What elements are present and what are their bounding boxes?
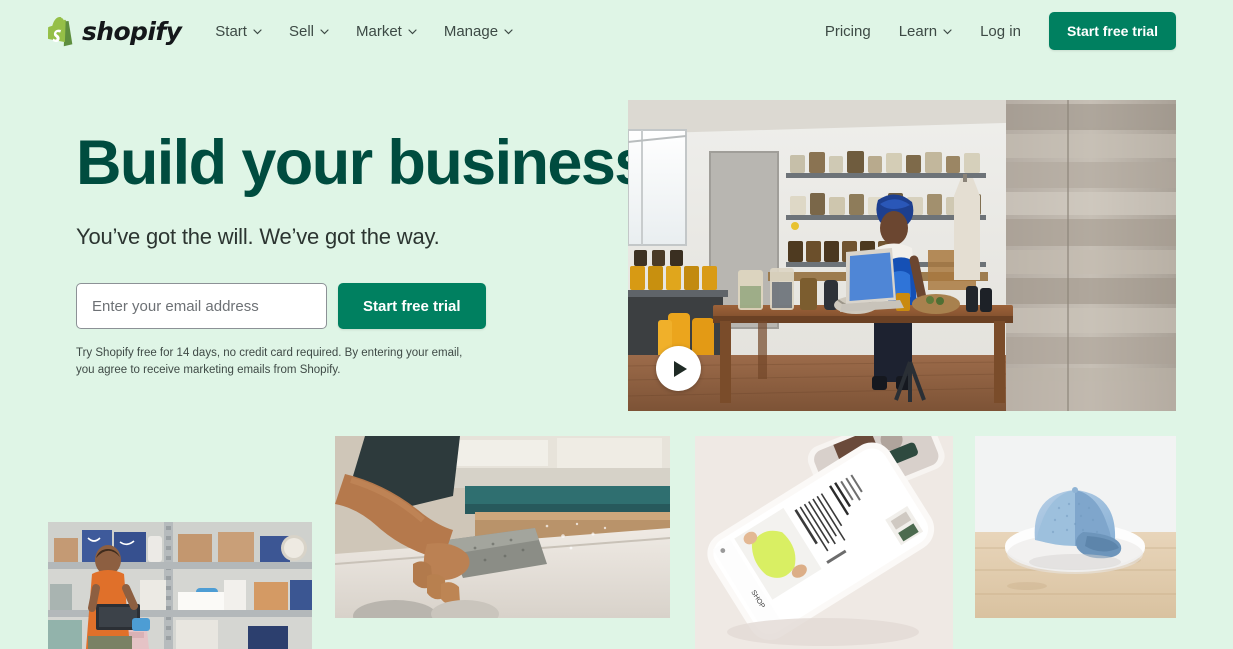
cap-image — [975, 436, 1176, 618]
signup-disclaimer: Try Shopify free for 14 days, no credit … — [76, 347, 463, 377]
nav-item-market[interactable]: Market — [356, 23, 417, 40]
nav-item-pricing[interactable]: Pricing — [825, 23, 871, 40]
chevron-down-icon — [943, 29, 952, 35]
phone-image: SHOP — [695, 436, 953, 649]
play-icon — [674, 360, 687, 377]
gallery-tile-cap[interactable] — [975, 436, 1176, 618]
nav-item-start[interactable]: Start — [215, 23, 262, 40]
surfboard-image — [335, 436, 670, 618]
primary-nav-links: Start Sell Market Manage — [215, 23, 513, 40]
page-title: Build your business — [76, 128, 649, 198]
nav-item-login[interactable]: Log in — [980, 23, 1021, 40]
gallery-tile-warehouse[interactable] — [48, 522, 312, 649]
nav-item-label: Log in — [980, 22, 1021, 40]
gallery-tile-surfboard[interactable] — [335, 436, 670, 618]
shopify-wordmark: shopify — [82, 16, 182, 46]
start-free-trial-button-hero[interactable]: Start free trial — [338, 283, 486, 330]
nav-item-label: Manage — [443, 22, 499, 40]
nav-item-learn[interactable]: Learn — [899, 23, 952, 40]
warehouse-image — [48, 522, 312, 649]
hero-subtitle: You’ve got the will. We’ve got the way. — [76, 224, 440, 250]
chevron-down-icon — [253, 29, 262, 35]
hero-copy: Build your business You’ve got the will.… — [76, 62, 649, 380]
start-free-trial-button-nav[interactable]: Start free trial — [1048, 12, 1176, 50]
chevron-down-icon — [408, 29, 417, 35]
nav-item-label: Market — [356, 22, 402, 40]
secondary-nav-links: Pricing Learn Log in Start free trial — [825, 12, 1176, 50]
hero-video-thumbnail[interactable] — [628, 100, 1176, 411]
nav-item-label: Pricing — [824, 22, 871, 40]
email-input[interactable] — [76, 283, 327, 330]
chevron-down-icon — [320, 29, 329, 35]
nav-item-label: Start — [215, 22, 247, 40]
play-button[interactable] — [656, 346, 701, 391]
chevron-down-icon — [504, 29, 513, 35]
nav-item-label: Learn — [898, 22, 938, 40]
nav-item-label: Sell — [288, 22, 314, 40]
nav-item-sell[interactable]: Sell — [289, 23, 329, 40]
shopify-bag-icon — [48, 16, 75, 47]
top-navigation-bar: shopify Start Sell Market Manage Pricing… — [0, 0, 1233, 62]
nav-item-manage[interactable]: Manage — [444, 23, 513, 40]
gallery-tile-phone[interactable]: SHOP — [695, 436, 953, 649]
email-signup-form: Start free trial — [76, 283, 616, 330]
hero-video-image — [628, 100, 1176, 411]
shopify-logo-link[interactable]: shopify — [48, 16, 182, 47]
